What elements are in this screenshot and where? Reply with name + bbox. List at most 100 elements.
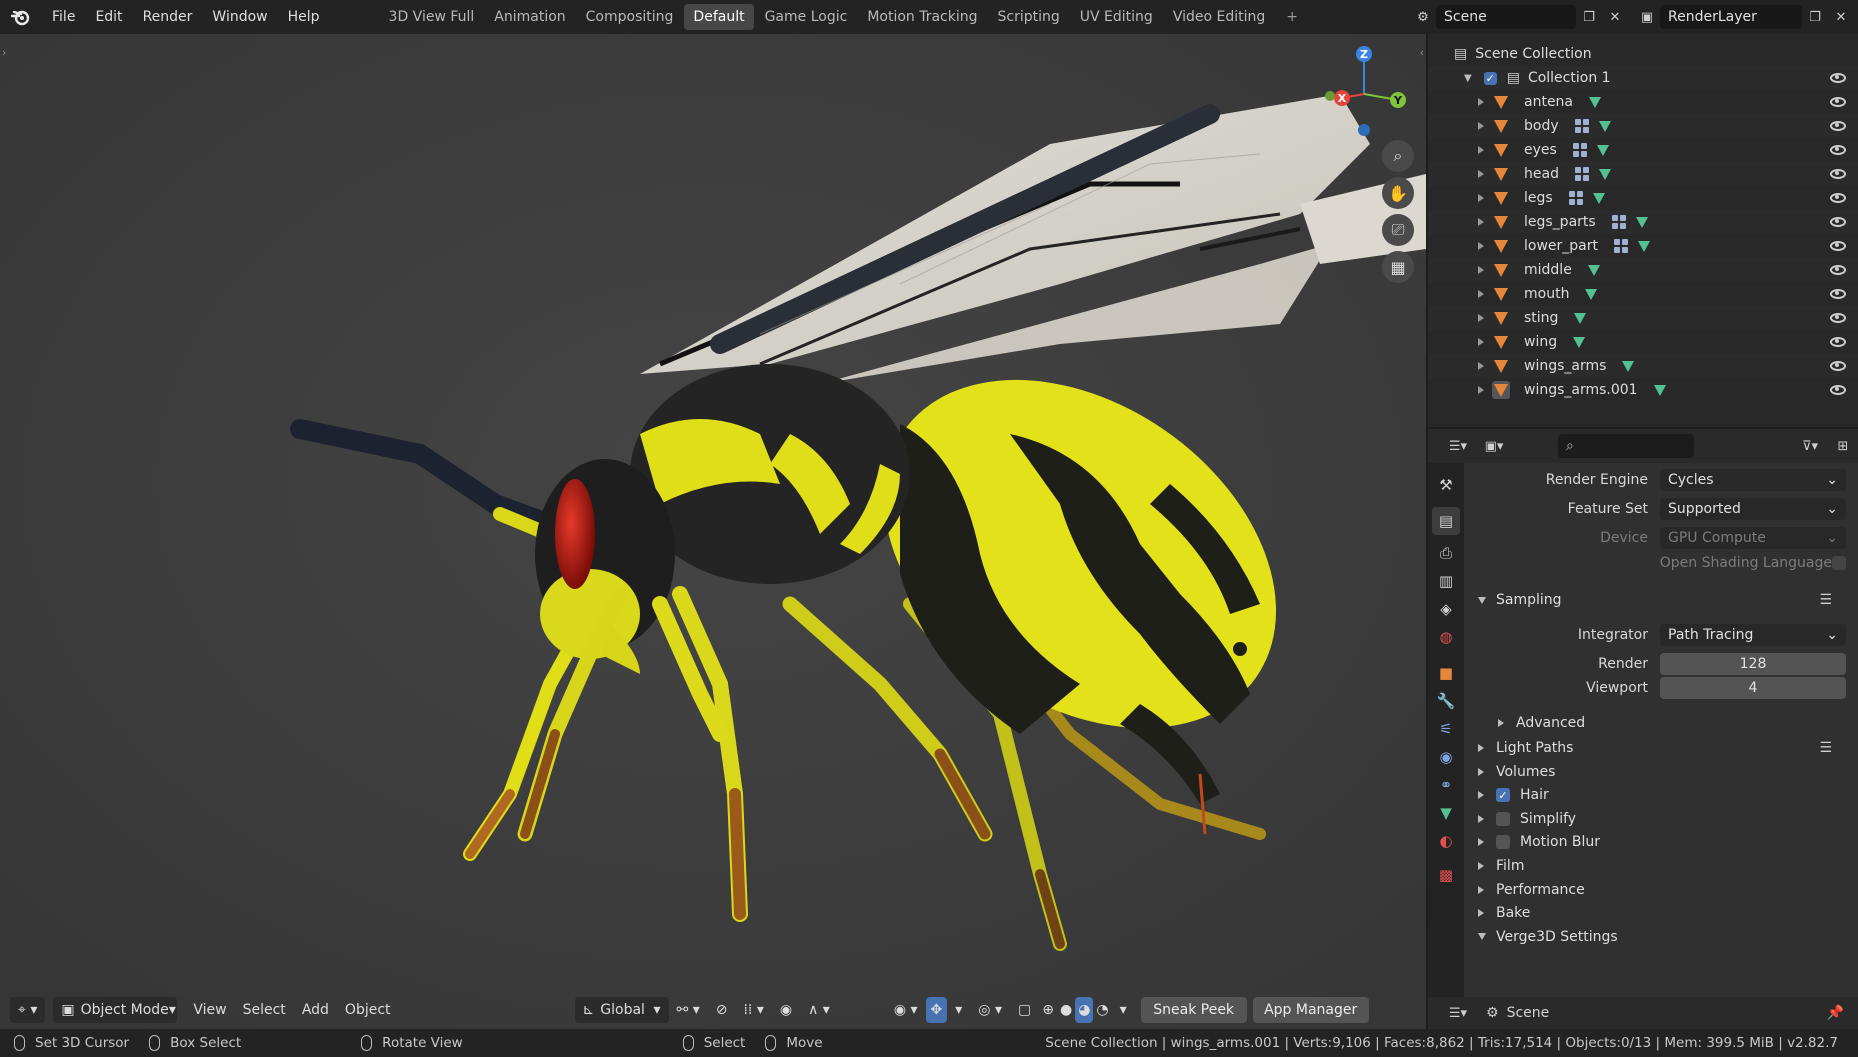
mesh-data-icon[interactable] xyxy=(1574,312,1587,324)
scene-collection-row[interactable]: ▤ Scene Collection xyxy=(1428,42,1858,66)
snap-icon[interactable]: ⊘ xyxy=(708,997,736,1023)
expand-icon[interactable] xyxy=(1478,290,1484,298)
scene-name-field[interactable]: Scene xyxy=(1436,5,1576,29)
mesh-data-icon[interactable] xyxy=(1635,216,1648,228)
object-data-tab-icon[interactable]: ▼ xyxy=(1432,799,1460,827)
workspace-tab-animation[interactable]: Animation xyxy=(485,4,574,30)
outliner-object-row[interactable]: wing xyxy=(1428,330,1858,354)
eye-icon[interactable] xyxy=(1830,361,1846,371)
physics-tab-icon[interactable]: ◉ xyxy=(1432,743,1460,771)
modifier-icon[interactable] xyxy=(1568,191,1583,205)
modifier-icon[interactable] xyxy=(1572,143,1587,157)
workspace-tab-compositing[interactable]: Compositing xyxy=(577,4,683,30)
outliner-object-row[interactable]: mouth xyxy=(1428,282,1858,306)
pivot-point-icon[interactable]: ⚯ ▾ xyxy=(669,997,708,1023)
view-layer-browse-icon[interactable]: ▣ xyxy=(1634,5,1660,29)
zoom-icon[interactable]: ⌕ xyxy=(1382,140,1414,172)
eye-icon[interactable] xyxy=(1830,97,1846,107)
output-tab-icon[interactable]: ⎙ xyxy=(1432,539,1460,567)
feature-set-dropdown[interactable]: Supported ⌄ xyxy=(1660,498,1846,520)
presets-list-icon[interactable]: ☰ xyxy=(1819,740,1832,756)
outliner-object-row[interactable]: lower_part xyxy=(1428,234,1858,258)
object-mode-dropdown[interactable]: ▣ Object Mode ▾ xyxy=(53,997,178,1023)
mesh-data-icon[interactable] xyxy=(1585,288,1598,300)
app-manager-button[interactable]: App Manager xyxy=(1252,997,1369,1023)
shading-rendered-icon[interactable]: ◔ xyxy=(1093,997,1111,1023)
workspace-tab-3d-view-full[interactable]: 3D View Full xyxy=(380,4,484,30)
eye-icon[interactable] xyxy=(1830,289,1846,299)
particles-tab-icon[interactable]: ⚟ xyxy=(1432,715,1460,743)
collapse-icon[interactable]: ▼ xyxy=(1464,73,1472,84)
gizmo-toggle-icon[interactable]: ✥ xyxy=(925,997,948,1023)
properties-search-input[interactable]: ⌕ xyxy=(1558,434,1694,458)
eye-icon[interactable] xyxy=(1830,193,1846,203)
viewport-menu-object[interactable]: Object xyxy=(337,997,399,1023)
modifier-icon[interactable] xyxy=(1614,239,1628,253)
menu-edit[interactable]: Edit xyxy=(85,0,132,34)
workspace-tab-motion-tracking[interactable]: Motion Tracking xyxy=(858,4,986,30)
outliner-object-row[interactable]: body xyxy=(1428,114,1858,138)
tool-tab-icon[interactable]: ⚒ xyxy=(1432,471,1460,499)
editor-type-icon[interactable]: ⌖ ▾ xyxy=(10,997,46,1023)
perspective-grid-icon[interactable]: ▦ xyxy=(1382,251,1414,283)
collection-checkbox[interactable]: ✓ xyxy=(1483,71,1497,85)
falloff-icon[interactable]: ∧ ▾ xyxy=(800,997,838,1023)
new-view-layer-icon[interactable]: ❐ xyxy=(1802,5,1828,29)
panel-checkbox[interactable] xyxy=(1496,835,1510,850)
mesh-data-icon[interactable] xyxy=(1587,264,1600,276)
shading-solid-icon[interactable]: ● xyxy=(1057,997,1075,1023)
panel-film[interactable]: Film xyxy=(1464,853,1858,879)
panel-light-paths[interactable]: Light Paths ☰ xyxy=(1464,735,1858,761)
workspace-tab-scripting[interactable]: Scripting xyxy=(989,4,1069,30)
expand-icon[interactable] xyxy=(1478,146,1484,154)
mesh-data-icon[interactable] xyxy=(1592,192,1605,204)
eye-icon[interactable] xyxy=(1830,385,1846,395)
constraints-tab-icon[interactable]: ⚭ xyxy=(1432,771,1460,799)
scene-tab-icon[interactable]: ◈ xyxy=(1432,595,1460,623)
eye-icon[interactable] xyxy=(1830,121,1846,131)
presets-list-icon[interactable]: ☰ xyxy=(1819,592,1832,608)
expand-icon[interactable] xyxy=(1478,194,1484,202)
outliner-object-row[interactable]: head xyxy=(1428,162,1858,186)
eye-icon[interactable] xyxy=(1830,337,1846,347)
xray-icon[interactable]: ▢ xyxy=(1010,997,1039,1023)
sidebar-collapse-icon[interactable]: ‹ xyxy=(1420,46,1424,59)
wasp-model[interactable] xyxy=(0,34,1426,1029)
outliner-display-mode-icon[interactable]: ☰▾ xyxy=(1440,434,1476,458)
eye-icon[interactable] xyxy=(1830,169,1846,179)
eye-icon[interactable] xyxy=(1830,265,1846,275)
texture-tab-icon[interactable]: ▩ xyxy=(1432,861,1460,889)
expand-icon[interactable] xyxy=(1478,314,1484,322)
viewport-samples-field[interactable]: 4 xyxy=(1660,677,1846,699)
expand-icon[interactable] xyxy=(1478,362,1484,370)
eye-icon[interactable] xyxy=(1830,217,1846,227)
sampling-panel-header[interactable]: Sampling ☰ xyxy=(1464,587,1858,613)
eye-icon[interactable] xyxy=(1830,145,1846,155)
outliner-object-row[interactable]: middle xyxy=(1428,258,1858,282)
delete-view-layer-icon[interactable]: ✕ xyxy=(1828,5,1854,29)
properties-editor-type-icon[interactable]: ▣▾ xyxy=(1476,434,1512,458)
mesh-data-icon[interactable] xyxy=(1622,360,1635,372)
mesh-data-icon[interactable] xyxy=(1638,240,1650,252)
new-scene-icon[interactable]: ❐ xyxy=(1576,5,1602,29)
panel-motion-blur[interactable]: Motion Blur xyxy=(1464,829,1858,855)
add-workspace-button[interactable]: + xyxy=(1276,0,1308,34)
outliner-object-row[interactable]: eyes xyxy=(1428,138,1858,162)
panel-simplify[interactable]: Simplify xyxy=(1464,806,1858,832)
material-tab-icon[interactable]: ◐ xyxy=(1432,827,1460,855)
outliner-object-row[interactable]: sting xyxy=(1428,306,1858,330)
blender-logo-icon[interactable] xyxy=(0,0,42,34)
eye-icon[interactable] xyxy=(1830,313,1846,323)
outliner-object-row[interactable]: legs xyxy=(1428,186,1858,210)
panel-checkbox[interactable]: ✓ xyxy=(1496,788,1510,803)
menu-window[interactable]: Window xyxy=(202,0,277,34)
mesh-data-icon[interactable] xyxy=(1598,120,1611,132)
toolbar-collapse-icon[interactable]: › xyxy=(2,46,6,59)
osl-checkbox[interactable] xyxy=(1832,556,1846,570)
navigation-gizmo[interactable]: Z Y X xyxy=(1312,42,1422,152)
outliner-object-row[interactable]: wings_arms xyxy=(1428,354,1858,378)
shading-options-icon[interactable]: ▾ xyxy=(1112,997,1135,1023)
panel-volumes[interactable]: Volumes xyxy=(1464,759,1858,785)
mesh-data-icon[interactable] xyxy=(1596,144,1609,156)
object-tab-icon[interactable]: ■ xyxy=(1432,659,1460,687)
